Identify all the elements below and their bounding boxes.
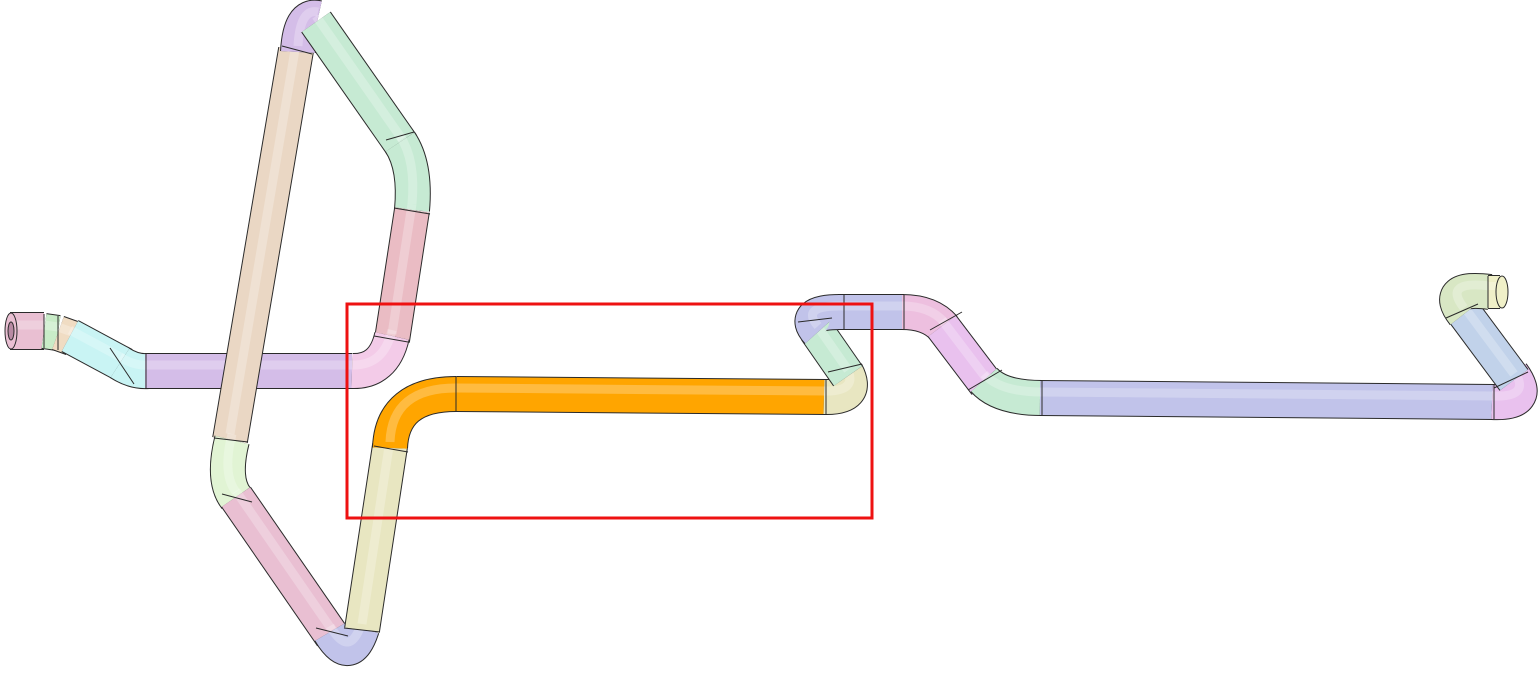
pipe-scene[interactable] xyxy=(0,0,1540,676)
pipe-segment-pink-diagonal[interactable] xyxy=(221,486,347,647)
pipe-segment-cyan[interactable] xyxy=(61,320,133,381)
pipe-segment-khaki-vertical[interactable] xyxy=(344,439,408,633)
pipe-segment-highlight-straight[interactable] xyxy=(455,376,827,415)
pipe-viewport[interactable] xyxy=(0,0,1540,676)
pipe-segment-inlet-collar[interactable] xyxy=(41,313,61,351)
pipe-segment-rose-vertical[interactable] xyxy=(374,203,430,343)
pipe-segment-pink-mauve-bend[interactable] xyxy=(901,294,958,341)
pipe-segment-mint-pale-bend[interactable] xyxy=(209,432,252,510)
pipe-segment-highlight-bend[interactable] xyxy=(372,376,457,450)
pipe-network xyxy=(10,0,1538,666)
pipe-segment-mint-diagonal[interactable] xyxy=(301,11,417,156)
pipe-segment-violet-diagonal[interactable] xyxy=(927,315,1001,395)
pipe-segment-steel-riser[interactable] xyxy=(1447,299,1529,391)
pipe-segment-lower-mint-bend[interactable] xyxy=(970,367,1043,416)
pipe-segment-mint-bend[interactable] xyxy=(384,132,431,212)
pipe-outlet-icon[interactable] xyxy=(1495,275,1509,309)
pipe-segment-long-horizontal[interactable] xyxy=(1039,380,1495,420)
pipe-segment-lilac-bend[interactable] xyxy=(351,328,410,389)
pipe-inlet-icon[interactable] xyxy=(4,312,18,350)
